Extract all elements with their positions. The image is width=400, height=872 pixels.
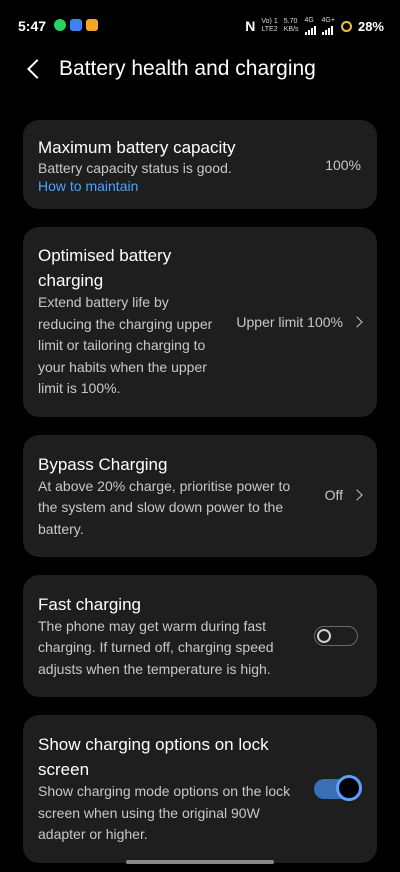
status-time: 5:47 bbox=[18, 18, 47, 34]
optimised-desc-line3: limit or tailoring charging to bbox=[38, 337, 206, 353]
toggle-knob bbox=[336, 775, 362, 801]
lockscreen-title-line1: Show charging options on lock bbox=[38, 735, 269, 754]
fast-desc-line3: adjusts when the temperature is high. bbox=[38, 661, 271, 677]
bypass-value: Off bbox=[325, 487, 363, 503]
volte-indicator: Vo) 1 LTE2 bbox=[261, 18, 278, 33]
bypass-charging-card[interactable]: Bypass Charging At above 20% charge, pri… bbox=[23, 435, 377, 557]
fast-charging-toggle[interactable] bbox=[314, 626, 358, 646]
nfc-icon: N bbox=[245, 18, 256, 34]
lockscreen-desc-line1: Show charging mode options on the lock bbox=[38, 783, 291, 799]
how-to-maintain-link[interactable]: How to maintain bbox=[38, 178, 138, 194]
signal-2: 4G+ bbox=[321, 17, 335, 35]
status-right: N Vo) 1 LTE2 5.70 KB/s 4G 4G+ 28% bbox=[245, 16, 384, 36]
bypass-desc-line3: battery. bbox=[38, 521, 84, 537]
upper-limit-value: Upper limit 100% bbox=[236, 314, 363, 330]
toggle-knob bbox=[317, 628, 331, 643]
page-title: Battery health and charging bbox=[59, 57, 316, 80]
home-indicator[interactable] bbox=[126, 860, 274, 864]
optimised-charging-card[interactable]: Optimised battery charging Extend batter… bbox=[23, 227, 377, 417]
lockscreen-title-line2: screen bbox=[38, 760, 90, 779]
chevron-right-icon bbox=[351, 489, 363, 501]
capacity-desc: Battery capacity status is good. bbox=[38, 160, 232, 176]
status-bar: 5:47 N Vo) 1 LTE2 5.70 KB/s 4G 4G+ 28% bbox=[0, 0, 400, 48]
notification-icon bbox=[86, 19, 98, 31]
bypass-desc-line2: the system and slow down power to the bbox=[38, 499, 284, 515]
optimised-title-line2: charging bbox=[38, 271, 104, 290]
battery-capacity-card[interactable]: Maximum battery capacity Battery capacit… bbox=[23, 120, 377, 209]
chevron-right-icon bbox=[351, 316, 363, 328]
fast-title: Fast charging bbox=[38, 595, 141, 614]
optimised-desc-line2: reducing the charging upper bbox=[38, 316, 213, 332]
optimised-desc-line5: limit is 100%. bbox=[38, 380, 121, 396]
signal-bars-icon bbox=[321, 25, 335, 35]
whatsapp-icon bbox=[54, 19, 66, 31]
lockscreen-options-toggle[interactable] bbox=[314, 775, 362, 801]
capacity-title: Maximum battery capacity bbox=[38, 138, 236, 157]
bypass-title: Bypass Charging bbox=[38, 455, 168, 474]
network-speed: 5.70 KB/s bbox=[283, 18, 299, 33]
back-arrow-icon[interactable] bbox=[27, 59, 47, 79]
optimised-title-line1: Optimised battery bbox=[38, 246, 172, 265]
signal-1: 4G bbox=[304, 17, 316, 35]
signal-bars-icon bbox=[304, 25, 316, 35]
fast-charging-card[interactable]: Fast charging The phone may get warm dur… bbox=[23, 575, 377, 697]
fast-desc-line1: The phone may get warm during fast bbox=[38, 618, 267, 634]
optimised-desc-line4: your habits when the upper bbox=[38, 359, 207, 375]
header: Battery health and charging bbox=[0, 52, 400, 92]
battery-percent: 28% bbox=[357, 18, 384, 34]
lockscreen-desc-line3: adapter or higher. bbox=[38, 826, 148, 842]
messages-icon bbox=[70, 19, 82, 31]
battery-ring-icon bbox=[340, 20, 352, 32]
optimised-desc-line1: Extend battery life by bbox=[38, 294, 169, 310]
bypass-desc-line1: At above 20% charge, prioritise power to bbox=[38, 478, 291, 494]
lockscreen-desc-line2: screen when using the original 90W bbox=[38, 805, 260, 821]
fast-desc-line2: charging. If turned off, charging speed bbox=[38, 639, 274, 655]
lockscreen-options-card[interactable]: Show charging options on lock screen Sho… bbox=[23, 715, 377, 863]
capacity-value: 100% bbox=[325, 157, 361, 173]
